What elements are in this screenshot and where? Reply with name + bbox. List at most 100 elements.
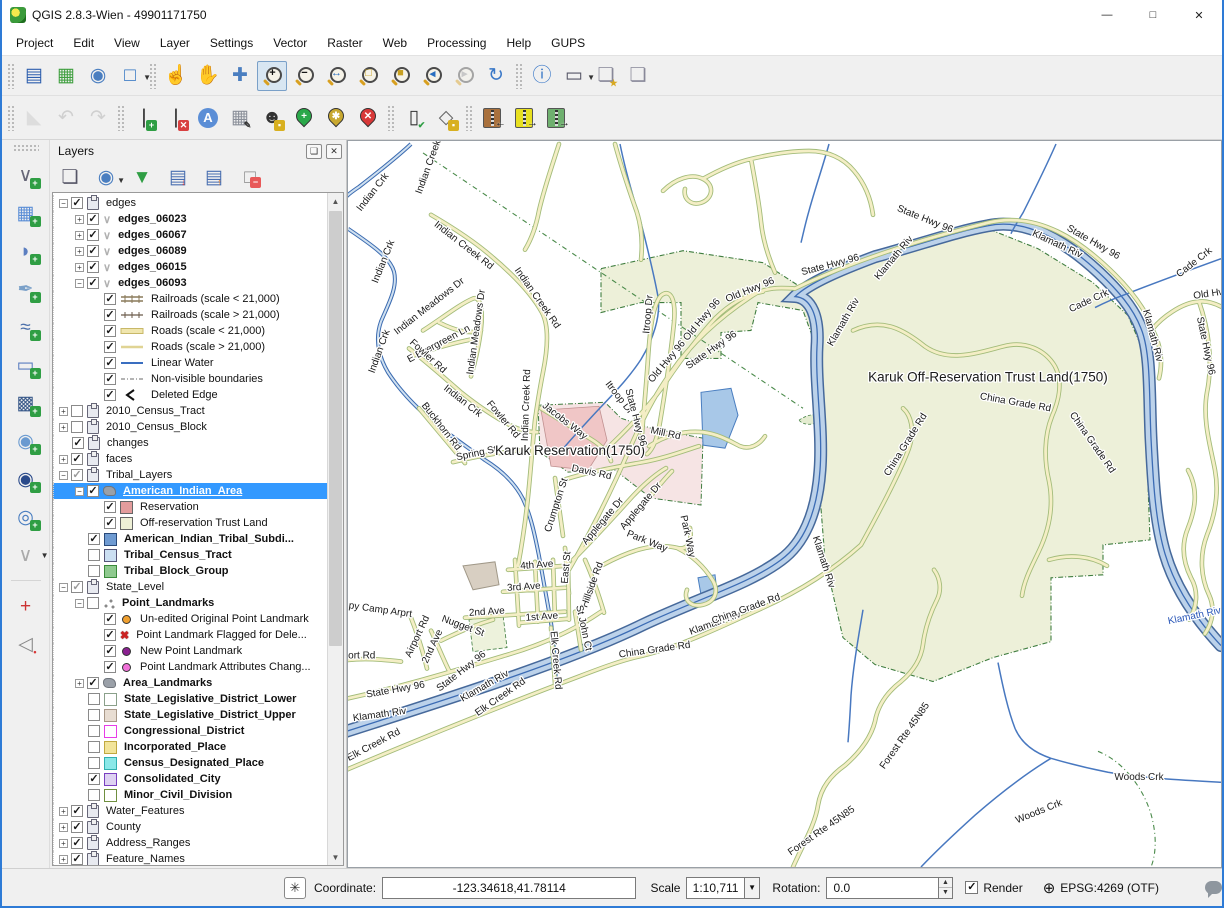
collapse-icon[interactable]: − — [75, 487, 84, 496]
layer-un-edited-original-point-landmark[interactable]: ✓Un-edited Original Point Landmark — [53, 611, 327, 627]
expand-icon[interactable]: + — [75, 231, 84, 240]
layer-linear-water[interactable]: ✓Linear Water — [53, 355, 327, 371]
layer-off-reservation-trust-land[interactable]: ✓Off-reservation Trust Land — [53, 515, 327, 531]
menu-help[interactable]: Help — [496, 32, 541, 54]
validate-edits-icon[interactable]: ▯✔ — [399, 103, 429, 133]
collapse-icon[interactable]: − — [59, 471, 68, 480]
layer-group-edges[interactable]: −✓edges — [53, 195, 327, 211]
export-map-icon[interactable]: → — [541, 103, 571, 133]
visibility-checkbox[interactable]: ✓ — [71, 197, 83, 209]
filter-legend-icon[interactable]: ▼ — [129, 164, 155, 190]
float-panel-icon[interactable]: ❏ — [306, 144, 322, 159]
visibility-checkbox[interactable]: ✓ — [88, 533, 100, 545]
menu-edit[interactable]: Edit — [63, 32, 104, 54]
visibility-checkbox[interactable]: ✓ — [104, 373, 116, 385]
visibility-checkbox[interactable]: ✓ — [87, 261, 99, 273]
expand-icon[interactable]: + — [59, 423, 68, 432]
epsg-status[interactable]: EPSG:4269 (OTF) — [1060, 881, 1159, 895]
visibility-checkbox[interactable] — [88, 757, 100, 769]
visibility-checkbox[interactable]: ✓ — [72, 437, 84, 449]
layer-congressional-district[interactable]: Congressional_District — [53, 723, 327, 739]
render-checkbox[interactable]: ✓ — [965, 881, 978, 894]
layer-census-designated-place[interactable]: Census_Designated_Place — [53, 755, 327, 771]
collapse-all-icon[interactable]: ▤↑ — [201, 164, 227, 190]
add-wfs-layer-icon[interactable]: ◎+ — [9, 501, 43, 533]
visibility-checkbox[interactable]: ✓ — [71, 821, 83, 833]
visibility-checkbox[interactable] — [88, 741, 100, 753]
zoom-to-selection-icon[interactable]: □ — [353, 61, 383, 91]
visibility-checkbox[interactable]: ✓ — [71, 805, 83, 817]
visibility-checkbox[interactable]: ✓ — [104, 293, 116, 305]
layer-railroads-scale-21-000-[interactable]: ✓Railroads (scale > 21,000) — [53, 307, 327, 323]
visibility-checkbox[interactable] — [71, 421, 83, 433]
new-print-composer-icon[interactable]: ▦ — [51, 61, 81, 91]
user-tool-icon[interactable]: ☻▪ — [257, 103, 287, 133]
expand-icon[interactable]: + — [59, 855, 68, 864]
layer-edges-06089[interactable]: +✓∨edges_06089 — [53, 243, 327, 259]
visibility-checkbox[interactable]: ✓ — [104, 357, 116, 369]
measure-icon[interactable]: ▭▼ — [559, 61, 589, 91]
menu-processing[interactable]: Processing — [417, 32, 496, 54]
menu-gups[interactable]: GUPS — [541, 32, 595, 54]
pan-to-selection-icon[interactable]: ✚ — [225, 61, 255, 91]
save-icon[interactable]: ▤ — [19, 61, 49, 91]
layer-group-county[interactable]: +✓County — [53, 819, 327, 835]
layer-roads-scale-21-000-[interactable]: ✓Roads (scale > 21,000) — [53, 339, 327, 355]
visibility-checkbox[interactable]: ✓ — [104, 389, 116, 401]
export-changes-icon[interactable]: → — [509, 103, 539, 133]
remove-layer-group-icon[interactable]: □− — [237, 164, 263, 190]
add-point-landmark-icon[interactable]: + — [289, 103, 319, 133]
layer-tribal-block-group[interactable]: Tribal_Block_Group — [53, 563, 327, 579]
visibility-checkbox[interactable]: ✓ — [71, 581, 83, 593]
layer-tribal-census-tract[interactable]: Tribal_Census_Tract — [53, 547, 327, 563]
import-changes-icon[interactable]: ← — [477, 103, 507, 133]
layer-group-faces[interactable]: +✓faces — [53, 451, 327, 467]
new-bookmark-icon[interactable]: ❏★ — [591, 61, 621, 91]
show-bookmarks-icon[interactable]: ❏ — [623, 61, 653, 91]
maximize-button[interactable]: □ — [1130, 0, 1176, 30]
rotation-spinner[interactable]: ▲▼ — [938, 877, 954, 899]
layer-group-tribal-layers[interactable]: −✓Tribal_Layers — [53, 467, 327, 483]
add-linear-feature-icon[interactable]: ❘+ — [129, 103, 159, 133]
scale-field[interactable]: 1:10,711 — [686, 877, 743, 899]
minimize-button[interactable]: — — [1084, 0, 1130, 30]
layer-non-visible-boundaries[interactable]: ✓Non-visible boundaries — [53, 371, 327, 387]
layer-new-point-landmark[interactable]: ✓New Point Landmark — [53, 643, 327, 659]
visibility-checkbox[interactable]: ✓ — [104, 613, 116, 625]
crs-globe-icon[interactable]: ⊕ — [1043, 879, 1056, 897]
scroll-down-icon[interactable]: ▼ — [328, 849, 343, 865]
coordinate-field[interactable]: -123.34618,41.78114 — [382, 877, 636, 899]
attribute-table-icon[interactable]: ▦✎ — [225, 103, 255, 133]
scale-dropdown-icon[interactable]: ▼ — [744, 877, 761, 899]
expand-icon[interactable]: + — [75, 263, 84, 272]
add-oracle-georaster-layer-icon[interactable]: ▩+ — [9, 387, 43, 419]
expand-icon[interactable]: + — [75, 247, 84, 256]
expand-icon[interactable]: + — [75, 679, 84, 688]
layers-scrollbar[interactable]: ▲ ▼ — [327, 193, 343, 865]
visibility-checkbox[interactable]: ✓ — [104, 629, 116, 641]
add-oracle-layer-icon[interactable]: ▭+ — [9, 349, 43, 381]
expand-all-icon[interactable]: ▤↓ — [165, 164, 191, 190]
visibility-checkbox[interactable]: ✓ — [87, 677, 99, 689]
visibility-checkbox[interactable]: ✓ — [71, 469, 83, 481]
layer-edges-06067[interactable]: +✓∨edges_06067 — [53, 227, 327, 243]
delete-linear-feature-icon[interactable]: ❘✕ — [161, 103, 191, 133]
topology-checker-icon[interactable]: ◁• — [9, 628, 43, 660]
visibility-checkbox[interactable]: ✓ — [87, 485, 99, 497]
menu-settings[interactable]: Settings — [200, 32, 263, 54]
visibility-checkbox[interactable]: ✓ — [104, 517, 116, 529]
layer-consolidated-city[interactable]: ✓Consolidated_City — [53, 771, 327, 787]
menu-raster[interactable]: Raster — [317, 32, 372, 54]
label-tool-icon[interactable]: A — [193, 103, 223, 133]
visibility-checkbox[interactable]: ✓ — [71, 837, 83, 849]
touch-icon[interactable]: ☝ — [161, 61, 191, 91]
visibility-checkbox[interactable]: ✓ — [104, 645, 116, 657]
collapse-icon[interactable]: − — [75, 599, 84, 608]
spin-up-icon[interactable]: ▲ — [939, 878, 953, 889]
add-group-icon[interactable]: ❏ — [57, 164, 83, 190]
layer-point-landmark-attributes-chang-[interactable]: ✓Point Landmark Attributes Chang... — [53, 659, 327, 675]
scroll-up-icon[interactable]: ▲ — [328, 193, 343, 209]
select-by-rectangle-icon[interactable]: □▼ — [115, 61, 145, 91]
flag-point-landmark-icon[interactable]: ✱ — [321, 103, 351, 133]
layer-point-landmark-flagged-for-dele-[interactable]: ✓✖Point Landmark Flagged for Dele... — [53, 627, 327, 643]
